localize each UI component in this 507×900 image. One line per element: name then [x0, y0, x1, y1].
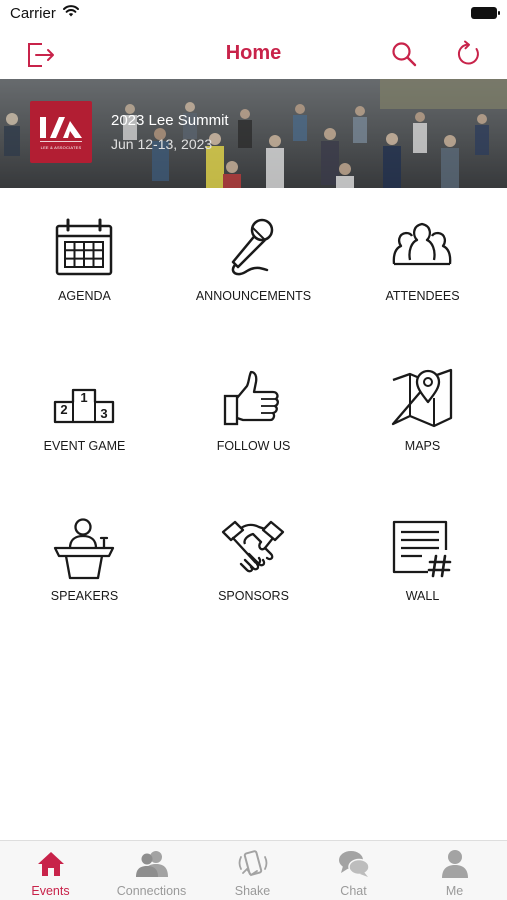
tab-shake[interactable]: Shake — [202, 841, 303, 900]
event-game-tile[interactable]: 1 2 3 EVENT GAME — [0, 338, 169, 488]
follow-us-label: FOLLOW US — [216, 439, 291, 453]
event-title: 2023 Lee Summit — [111, 112, 229, 129]
chat-icon — [339, 851, 370, 877]
sponsors-tile[interactable]: SPONSORS — [169, 488, 338, 638]
speaker-podium-icon — [53, 518, 115, 580]
handshake-icon — [221, 520, 285, 573]
person-icon — [442, 850, 468, 878]
search-icon — [392, 42, 417, 67]
svg-text:1: 1 — [80, 390, 87, 405]
tab-events[interactable]: Events — [0, 841, 101, 900]
event-game-label: EVENT GAME — [43, 439, 126, 453]
nav-bar: Home — [0, 30, 507, 78]
event-banner[interactable]: LEE & ASSOCIATES 2023 Lee Summit Jun 12-… — [0, 79, 507, 188]
wall-label: WALL — [405, 589, 440, 603]
status-bar: Carrier — [0, 0, 507, 30]
tab-me[interactable]: Me — [404, 841, 505, 900]
logo-text: LEE & ASSOCIATES — [40, 145, 82, 150]
tab-connections-label: Connections — [116, 884, 187, 898]
page-title: Home — [225, 42, 282, 64]
home-icon — [38, 852, 64, 876]
refresh-button[interactable] — [451, 36, 487, 72]
speakers-label: SPEAKERS — [50, 589, 119, 603]
podium-icon: 1 2 3 — [53, 388, 115, 424]
lee-associates-logo-mark — [40, 117, 82, 142]
tab-chat-label: Chat — [340, 884, 367, 898]
shake-phone-icon — [238, 850, 268, 877]
tab-bar: Events Connections Shake Chat Me — [0, 840, 507, 900]
calendar-icon — [55, 218, 113, 276]
map-pin-icon — [391, 368, 453, 428]
battery-icon — [471, 7, 500, 19]
tab-events-label: Events — [31, 884, 70, 898]
maps-tile[interactable]: MAPS — [338, 338, 507, 488]
tab-me-label: Me — [445, 884, 464, 898]
tab-connections[interactable]: Connections — [101, 841, 202, 900]
sponsors-label: SPONSORS — [218, 589, 289, 603]
wifi-icon — [63, 5, 79, 17]
agenda-label: AGENDA — [58, 289, 111, 303]
carrier-label: Carrier — [10, 5, 56, 22]
maps-label: MAPS — [404, 439, 441, 453]
attendees-tile[interactable]: ATTENDEES — [338, 188, 507, 338]
wall-tile[interactable]: WALL — [338, 488, 507, 638]
microphone-icon — [231, 218, 274, 276]
people-icon — [392, 222, 452, 266]
svg-text:3: 3 — [100, 406, 107, 421]
follow-us-tile[interactable]: FOLLOW US — [169, 338, 338, 488]
event-logo: LEE & ASSOCIATES — [30, 101, 92, 163]
tab-shake-label: Shake — [234, 884, 271, 898]
search-button[interactable] — [386, 36, 422, 72]
connections-icon — [136, 851, 168, 877]
refresh-icon — [457, 40, 479, 65]
event-dates: Jun 12-13, 2023 — [111, 136, 213, 152]
attendees-label: ATTENDEES — [385, 289, 460, 303]
wall-post-icon — [392, 520, 452, 578]
tab-chat[interactable]: Chat — [303, 841, 404, 900]
speakers-tile[interactable]: SPEAKERS — [0, 488, 169, 638]
announcements-tile[interactable]: ANNOUNCEMENTS — [169, 188, 338, 338]
svg-text:2: 2 — [60, 402, 67, 417]
announcements-label: ANNOUNCEMENTS — [195, 289, 312, 303]
agenda-tile[interactable]: AGENDA — [0, 188, 169, 338]
thumbs-up-icon — [223, 370, 279, 426]
